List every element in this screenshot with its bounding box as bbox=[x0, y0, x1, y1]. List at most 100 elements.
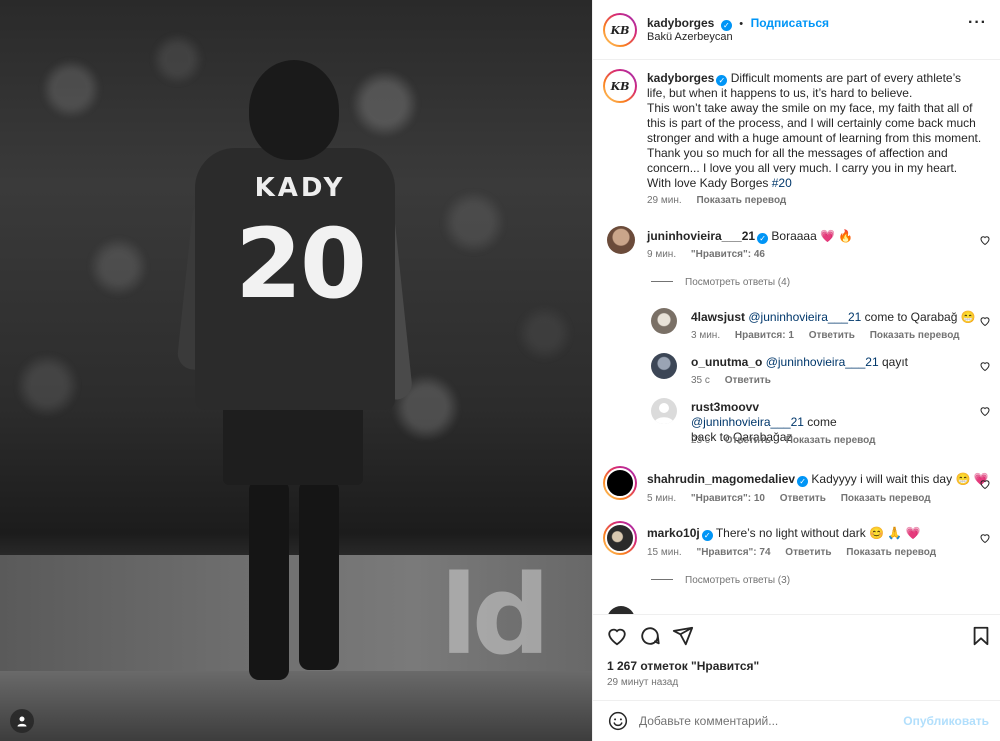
verified-badge-icon: ✓ bbox=[720, 20, 732, 31]
post-caption: kadyborges ✓ Difficult moments are part o… bbox=[647, 71, 983, 191]
photo-player: KADY 20 bbox=[176, 60, 415, 690]
reply-mention[interactable]: @juninhovieira___21 bbox=[691, 415, 804, 429]
replies-divider-line bbox=[651, 579, 673, 580]
comment-time[interactable]: 5 мин. bbox=[647, 493, 676, 504]
comment-bubble-icon[interactable] bbox=[639, 625, 661, 647]
user-icon bbox=[17, 716, 27, 727]
follow-button[interactable]: Подписаться bbox=[751, 16, 829, 30]
comment-username[interactable]: marko10j bbox=[647, 526, 700, 540]
reply-mention[interactable]: @juninhovieira___21 bbox=[748, 310, 861, 324]
save-bookmark-icon[interactable] bbox=[970, 625, 992, 647]
comment-likes-count[interactable]: "Нравится": 46 bbox=[691, 249, 765, 260]
comment-username[interactable]: shahrudin_magomedaliev bbox=[647, 472, 795, 486]
header-separator: • bbox=[739, 18, 744, 30]
comment-text: Kadyyyy i will wait this day 😁 💗 bbox=[811, 472, 989, 486]
post-likes-count[interactable]: 1 267 отметок "Нравится" bbox=[607, 659, 759, 673]
comment-likes-count[interactable]: "Нравится": 74 bbox=[696, 547, 770, 558]
share-send-icon[interactable] bbox=[672, 625, 694, 647]
comment-1-meta: 9 мин. "Нравится": 46 bbox=[647, 249, 777, 260]
commenter-avatar-story[interactable] bbox=[603, 466, 637, 500]
post-actions: 1 267 отметок "Нравится" 29 минут назад bbox=[593, 614, 1000, 704]
comment-like-heart-icon[interactable] bbox=[979, 478, 991, 490]
view-replies-toggle[interactable]: Посмотреть ответы (3) bbox=[651, 575, 790, 586]
verified-badge-icon: ✓ bbox=[701, 530, 713, 541]
caption-author-avatar[interactable]: KB bbox=[603, 69, 637, 103]
player-shorts bbox=[223, 405, 363, 485]
comment-input[interactable] bbox=[639, 710, 899, 732]
commenter-avatar[interactable] bbox=[607, 226, 635, 254]
tagged-users-button[interactable] bbox=[10, 709, 34, 733]
reply-like-heart-icon[interactable] bbox=[979, 405, 991, 417]
author-avatar[interactable]: KB bbox=[603, 13, 637, 47]
reply-like-heart-icon[interactable] bbox=[979, 315, 991, 327]
comment-like-heart-icon[interactable] bbox=[979, 532, 991, 544]
commenter-avatar-story[interactable] bbox=[603, 521, 637, 555]
photo-board-logo: ld bbox=[440, 551, 550, 679]
caption-meta: 29 мин. Показать перевод bbox=[647, 195, 798, 206]
comment-1: juninhovieira___21 ✓ Boraaaa 💗 🔥 bbox=[647, 229, 853, 244]
comment-translate-button[interactable]: Показать перевод bbox=[846, 547, 936, 558]
emoji-smiley-icon[interactable] bbox=[608, 711, 628, 731]
comments-scroll-area[interactable]: KB kadyborges ✓ Difficult moments are par… bbox=[593, 61, 1000, 614]
reply-avatar-default[interactable] bbox=[651, 398, 677, 424]
comment-like-heart-icon[interactable] bbox=[979, 234, 991, 246]
reply-avatar[interactable] bbox=[651, 353, 677, 379]
reply-username[interactable]: 4lawsjust bbox=[691, 310, 745, 324]
author-username[interactable]: kadyborges bbox=[647, 16, 714, 30]
reply-time[interactable]: 23 с bbox=[691, 435, 710, 446]
reply-button[interactable]: Ответить bbox=[809, 330, 855, 341]
post-header: KB kadyborges ✓ • Подписаться Bakü Azerb… bbox=[593, 0, 1000, 60]
reply-translate-button[interactable]: Показать перевод bbox=[786, 435, 876, 446]
reply-2-meta: 35 с Ответить bbox=[691, 375, 783, 386]
reply-username[interactable]: rust3moovv bbox=[691, 400, 759, 414]
reply-2: o_unutma_o @juninhovieira___21 qayıt bbox=[691, 355, 908, 370]
reply-mention[interactable]: @juninhovieira___21 bbox=[766, 355, 879, 369]
commenter-avatar-image bbox=[605, 523, 635, 553]
reply-like-heart-icon[interactable] bbox=[979, 360, 991, 372]
comment-translate-button[interactable]: Показать перевод bbox=[841, 493, 931, 504]
comment-username[interactable]: juninhovieira___21 bbox=[647, 229, 755, 243]
post-location[interactable]: Bakü Azerbeycan bbox=[647, 31, 733, 43]
caption-time[interactable]: 29 мин. bbox=[647, 195, 682, 206]
comment-text: Boraaaa 💗 🔥 bbox=[771, 229, 854, 243]
reply-likes-count[interactable]: Нравится: 1 bbox=[735, 330, 794, 341]
replies-divider-line bbox=[651, 281, 673, 282]
commenter-avatar-image bbox=[605, 468, 635, 498]
reply-time[interactable]: 3 мин. bbox=[691, 330, 720, 341]
reply-avatar[interactable] bbox=[651, 308, 677, 334]
more-options-icon[interactable]: ··· bbox=[968, 14, 987, 32]
reply-username[interactable]: o_unutma_o bbox=[691, 355, 762, 369]
jersey-name: KADY bbox=[254, 173, 346, 203]
reply-text: come to Qarabağ 😁 bbox=[864, 310, 976, 324]
publish-comment-button[interactable]: Опубликовать bbox=[903, 714, 989, 728]
verified-badge-icon: ✓ bbox=[797, 476, 809, 487]
reply-1: 4lawsjust @juninhovieira___21 come to Qa… bbox=[691, 310, 976, 325]
reply-button[interactable]: Ответить bbox=[725, 375, 771, 386]
reply-button[interactable]: Ответить bbox=[725, 435, 771, 446]
verified-badge-icon: ✓ bbox=[757, 233, 769, 244]
comment-time[interactable]: 15 мин. bbox=[647, 547, 682, 558]
reply-button[interactable]: Ответить bbox=[785, 547, 831, 558]
comment-time[interactable]: 9 мин. bbox=[647, 249, 676, 260]
player-head bbox=[249, 60, 339, 160]
reply-button[interactable]: Ответить bbox=[780, 493, 826, 504]
verified-badge-icon: ✓ bbox=[716, 75, 728, 86]
comment-3: marko10j ✓ There’s no light without dark … bbox=[647, 526, 921, 541]
comment-likes-count[interactable]: "Нравится": 10 bbox=[691, 493, 765, 504]
caption-hashtag[interactable]: #20 bbox=[772, 176, 792, 190]
commenter-avatar-partial[interactable] bbox=[607, 606, 635, 614]
caption-avatar-initials: KB bbox=[605, 71, 635, 101]
caption-text: Difficult moments are part of every athl… bbox=[647, 71, 982, 190]
post-photo[interactable]: ld KADY 20 bbox=[0, 0, 592, 741]
caption-translate-button[interactable]: Показать перевод bbox=[696, 195, 786, 206]
caption-username[interactable]: kadyborges bbox=[647, 71, 714, 85]
post-time-ago[interactable]: 29 минут назад bbox=[607, 677, 678, 688]
reply-translate-button[interactable]: Показать перевод bbox=[870, 330, 960, 341]
reply-time[interactable]: 35 с bbox=[691, 375, 710, 386]
view-replies-toggle[interactable]: Посмотреть ответы (4) bbox=[651, 277, 790, 288]
author-avatar-initials: KB bbox=[605, 15, 635, 45]
comment-composer: Опубликовать bbox=[593, 700, 1000, 741]
comment-text: There’s no light without dark 😊 🙏 💗 bbox=[715, 526, 921, 540]
reply-1-meta: 3 мин. Нравится: 1 Ответить Показать пер… bbox=[691, 330, 972, 341]
like-heart-icon[interactable] bbox=[606, 625, 628, 647]
